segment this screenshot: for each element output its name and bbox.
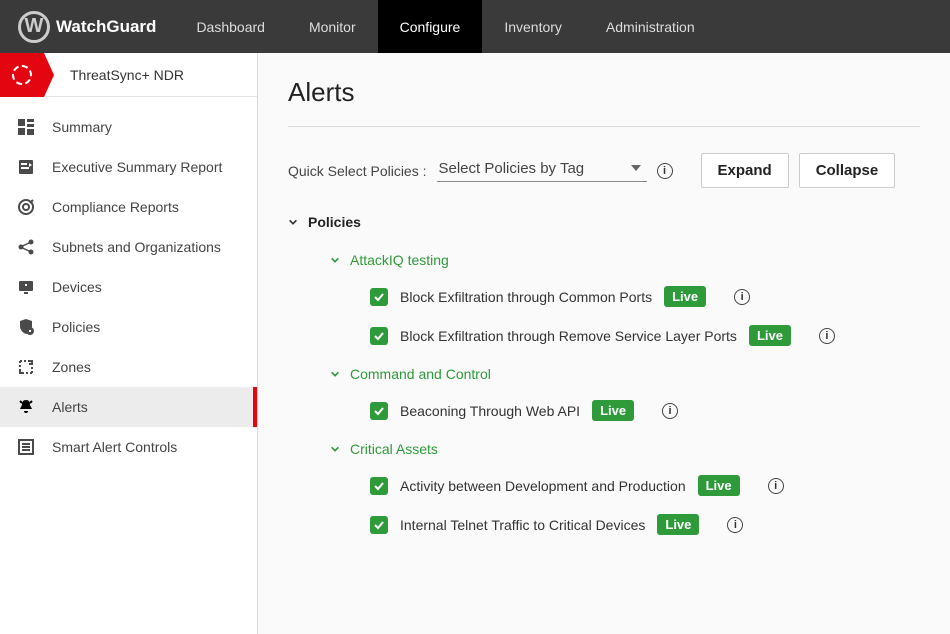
- sidebar-item-summary[interactable]: Summary: [0, 107, 257, 147]
- bell-icon: [16, 397, 36, 417]
- sidebar-item-label: Subnets and Organizations: [52, 239, 221, 255]
- policy-row: Activity between Development and Product…: [370, 475, 920, 496]
- select-value: Select Policies by Tag: [439, 160, 585, 177]
- sidebar-item-label: Executive Summary Report: [52, 159, 222, 175]
- page-title: Alerts: [288, 77, 920, 108]
- nav-item-inventory[interactable]: Inventory: [482, 0, 584, 53]
- logo-icon: W: [18, 11, 50, 43]
- live-badge: Live: [657, 514, 699, 535]
- share-icon: [16, 237, 36, 257]
- expand-button[interactable]: Expand: [701, 153, 789, 188]
- live-badge: Live: [698, 475, 740, 496]
- list-icon: [16, 437, 36, 457]
- info-icon[interactable]: i: [819, 328, 835, 344]
- policy-group-header[interactable]: Critical Assets: [330, 441, 920, 457]
- live-badge: Live: [664, 286, 706, 307]
- policy-row: Block Exfiltration through Common Ports L…: [370, 286, 920, 307]
- chevron-down-icon: [330, 444, 340, 454]
- policy-label: Block Exfiltration through Remove Servic…: [400, 328, 737, 344]
- policy-checkbox[interactable]: [370, 402, 388, 420]
- live-badge: Live: [592, 400, 634, 421]
- nav-item-administration[interactable]: Administration: [584, 0, 717, 53]
- policy-checkbox[interactable]: [370, 477, 388, 495]
- sidebar-item-label: Policies: [52, 319, 100, 335]
- sidebar: ThreatSync+ NDR Summary Executive Summary…: [0, 53, 258, 634]
- sidebar-item-label: Compliance Reports: [52, 199, 179, 215]
- policy-tag-select[interactable]: Select Policies by Tag: [437, 160, 647, 182]
- info-icon[interactable]: i: [768, 478, 784, 494]
- chevron-down-icon: [330, 255, 340, 265]
- target-icon: [16, 197, 36, 217]
- sidebar-item-policies[interactable]: Policies: [0, 307, 257, 347]
- info-icon[interactable]: i: [657, 163, 673, 179]
- info-icon[interactable]: i: [662, 403, 678, 419]
- policy-group-name: Critical Assets: [350, 441, 438, 457]
- policy-row: Internal Telnet Traffic to Critical Devi…: [370, 514, 920, 535]
- chevron-down-icon: [288, 217, 298, 227]
- sidebar-item-label: Zones: [52, 359, 91, 375]
- sidebar-item-label: Alerts: [52, 399, 88, 415]
- divider: [288, 126, 920, 127]
- sidebar-item-devices[interactable]: Devices: [0, 267, 257, 307]
- main-content: Alerts Quick Select Policies : Select Po…: [258, 53, 950, 634]
- nav-item-configure[interactable]: Configure: [378, 0, 483, 53]
- sidebar-item-label: Summary: [52, 119, 112, 135]
- policy-row: Block Exfiltration through Remove Servic…: [370, 325, 920, 346]
- policy-label: Beaconing Through Web API: [400, 403, 580, 419]
- sidebar-item-label: Smart Alert Controls: [52, 439, 177, 455]
- policy-row: Beaconing Through Web API Live i: [370, 400, 920, 421]
- policy-checkbox[interactable]: [370, 288, 388, 306]
- brand-logo[interactable]: W WatchGuard: [0, 11, 174, 43]
- module-chip: [0, 53, 44, 97]
- shield-icon: [16, 317, 36, 337]
- collapse-button[interactable]: Collapse: [799, 153, 896, 188]
- chevron-down-icon: [330, 369, 340, 379]
- monitor-plus-icon: [16, 277, 36, 297]
- policy-label: Activity between Development and Product…: [400, 478, 686, 494]
- sidebar-item-executive-summary-report[interactable]: Executive Summary Report: [0, 147, 257, 187]
- brand-name: WatchGuard: [56, 17, 156, 37]
- zone-icon: [16, 357, 36, 377]
- nav-item-dashboard[interactable]: Dashboard: [174, 0, 287, 53]
- policy-label: Internal Telnet Traffic to Critical Devi…: [400, 517, 645, 533]
- policy-group: Command and Control Beaconing Through Web…: [330, 366, 920, 421]
- policies-section-title: Policies: [308, 214, 361, 230]
- sidebar-item-smart-alert-controls[interactable]: Smart Alert Controls: [0, 427, 257, 467]
- policy-label: Block Exfiltration through Common Ports: [400, 289, 652, 305]
- sidebar-item-alerts[interactable]: Alerts: [0, 387, 257, 427]
- crosshair-icon: [12, 65, 32, 85]
- top-nav: W WatchGuard DashboardMonitorConfigureIn…: [0, 0, 950, 53]
- sidebar-item-compliance-reports[interactable]: Compliance Reports: [0, 187, 257, 227]
- policy-checkbox[interactable]: [370, 516, 388, 534]
- policy-group-header[interactable]: Command and Control: [330, 366, 920, 382]
- sidebar-item-zones[interactable]: Zones: [0, 347, 257, 387]
- controls-row: Quick Select Policies : Select Policies …: [288, 153, 920, 188]
- policy-group: Critical Assets Activity between Developm…: [330, 441, 920, 535]
- caret-down-icon: [631, 165, 641, 171]
- quick-select-label: Quick Select Policies :: [288, 163, 427, 179]
- info-icon[interactable]: i: [727, 517, 743, 533]
- sidebar-item-label: Devices: [52, 279, 102, 295]
- policies-section-header[interactable]: Policies: [288, 214, 920, 230]
- policy-group-name: AttackIQ testing: [350, 252, 449, 268]
- module-header[interactable]: ThreatSync+ NDR: [0, 53, 257, 97]
- grid-icon: [16, 117, 36, 137]
- report-icon: [16, 157, 36, 177]
- module-title: ThreatSync+ NDR: [70, 67, 184, 83]
- policy-group-name: Command and Control: [350, 366, 491, 382]
- info-icon[interactable]: i: [734, 289, 750, 305]
- policy-group: AttackIQ testing Block Exfiltration throu…: [330, 252, 920, 346]
- policy-checkbox[interactable]: [370, 327, 388, 345]
- live-badge: Live: [749, 325, 791, 346]
- nav-item-monitor[interactable]: Monitor: [287, 0, 378, 53]
- policy-group-header[interactable]: AttackIQ testing: [330, 252, 920, 268]
- sidebar-item-subnets-and-organizations[interactable]: Subnets and Organizations: [0, 227, 257, 267]
